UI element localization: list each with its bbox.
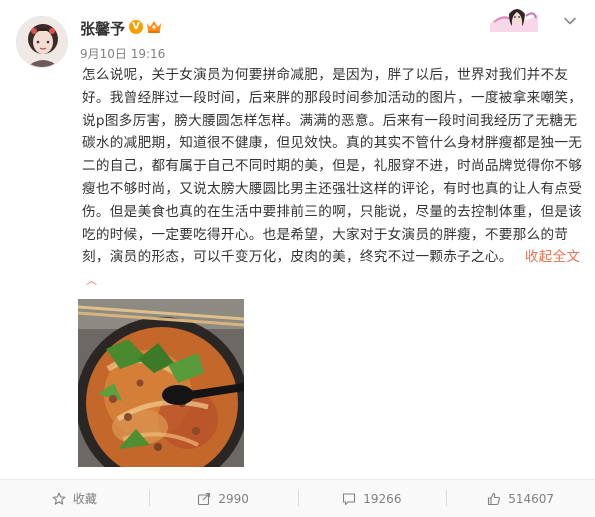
weibo-post-card: 张馨予 V 9月10日 19:16 怎么说呢，关于女演员为何要拼命减肥，是因为，… xyxy=(0,0,595,517)
comment-icon xyxy=(343,492,356,505)
like-icon xyxy=(488,492,501,505)
like-count[interactable]: 514607 xyxy=(508,492,554,506)
comment-count[interactable]: 19266 xyxy=(363,492,401,506)
like-button[interactable]: 514607 xyxy=(446,480,595,517)
repost-count[interactable]: 2990 xyxy=(218,492,249,506)
post-image-noodles[interactable] xyxy=(78,299,244,467)
post-text: 怎么说呢，关于女演员为何要拼命减肥，是因为，胖了以后，世界对我们并不友好。我曾经… xyxy=(82,67,583,266)
collapse-arrow-icon: ︿ xyxy=(86,274,98,288)
avatar-image xyxy=(17,17,67,67)
collapse-label[interactable]: 收起全文 xyxy=(525,249,581,265)
favorite-label[interactable]: 收藏 xyxy=(73,490,97,507)
repost-icon xyxy=(198,492,211,505)
vip-crown-icon[interactable] xyxy=(145,18,163,34)
post-time[interactable]: 9月10日 19:16 xyxy=(80,45,165,62)
avatar[interactable] xyxy=(16,16,68,68)
comment-button[interactable]: 19266 xyxy=(297,480,447,517)
favorite-button[interactable]: 收藏 xyxy=(0,480,149,517)
post-content: 怎么说呢，关于女演员为何要拼命减肥，是因为，胖了以后，世界对我们并不友好。我曾经… xyxy=(82,64,585,293)
star-icon xyxy=(52,492,66,505)
decorative-figure-icon xyxy=(490,9,538,32)
verified-icon: V xyxy=(129,20,143,34)
action-bar: 收藏 2990 19266 514607 xyxy=(0,479,595,517)
repost-button[interactable]: 2990 xyxy=(148,480,298,517)
username[interactable]: 张馨予 xyxy=(80,18,125,39)
chevron-down-icon[interactable] xyxy=(563,14,577,28)
